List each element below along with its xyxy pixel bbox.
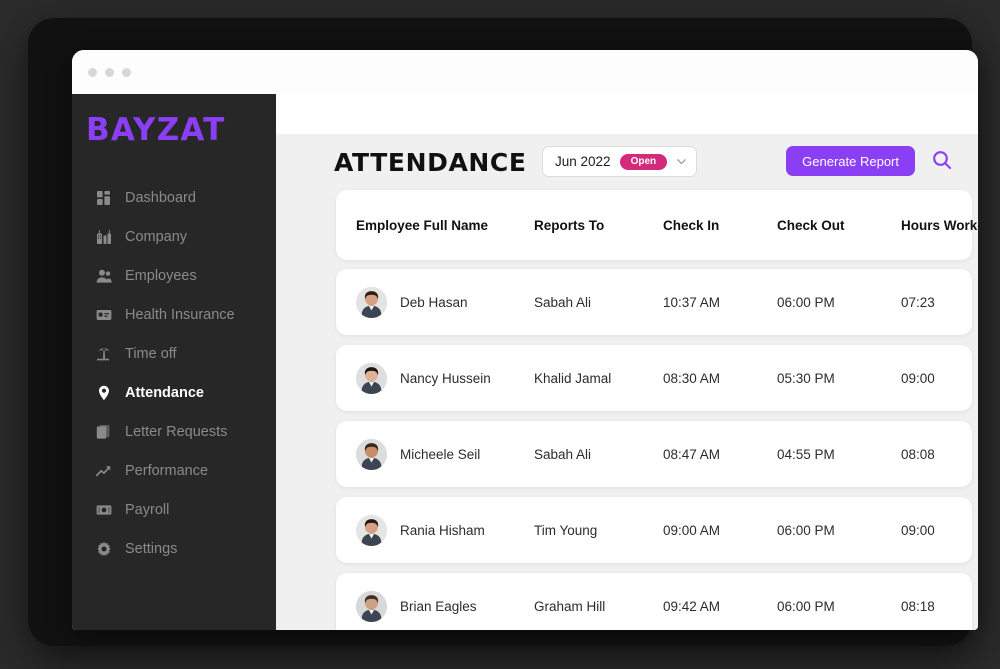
sidebar-item-performance[interactable]: Performance — [72, 451, 276, 490]
sidebar: BAYZAT Dashboard Company Employees Health I… — [72, 94, 276, 630]
close-window-button[interactable] — [88, 68, 97, 77]
cell-check-in: 10:37 AM — [663, 294, 721, 310]
cell-check-out: 06:00 PM — [777, 294, 835, 310]
attendance-table: Employee Full Name Reports To Check In Chec… — [276, 190, 978, 630]
trend-up-icon — [95, 462, 112, 479]
column-header-check-in: Check In — [663, 217, 720, 233]
cell-hours-worked: 09:00 — [901, 370, 935, 386]
table-header-row: Employee Full Name Reports To Check In Chec… — [336, 190, 978, 260]
status-badge: Open — [619, 153, 668, 170]
cell-hours-worked: 07:23 — [901, 294, 935, 310]
cell-reports-to: Tim Young — [534, 522, 598, 538]
column-header-hours-worked: Hours Worked — [901, 217, 978, 233]
column-header-check-out: Check Out — [777, 217, 845, 233]
buildings-icon — [95, 228, 112, 245]
employee-name-label: Micheele Seil — [400, 446, 481, 462]
sidebar-item-label: Performance — [125, 462, 209, 479]
sidebar-item-label: Company — [125, 228, 188, 245]
id-card-icon — [95, 306, 112, 323]
sidebar-item-label: Settings — [125, 540, 178, 557]
page-title: ATTENDANCE — [334, 148, 527, 177]
sidebar-item-settings[interactable]: Settings — [72, 529, 276, 568]
cell-check-in: 08:30 AM — [663, 370, 721, 386]
cell-employee-full-name: Nancy Hussein — [356, 362, 491, 394]
sidebar-item-label: Health Insurance — [125, 306, 235, 323]
sidebar-item-label: Letter Requests — [125, 423, 228, 440]
employee-name-label: Brian Eagles — [400, 598, 477, 614]
sidebar-item-label: Payroll — [125, 501, 170, 518]
sidebar-item-label: Employees — [125, 267, 197, 284]
brand-logo: BAYZAT — [86, 112, 226, 148]
cell-reports-to: Sabah Ali — [534, 446, 592, 462]
cell-reports-to: Graham Hill — [534, 598, 606, 614]
chevron-down-icon — [676, 156, 687, 167]
sidebar-item-time-off[interactable]: Time off — [72, 334, 276, 373]
table-row[interactable]: Brian Eagles Graham Hill 09:42 AM 06:00 PM 0… — [336, 573, 972, 630]
cell-check-out: 06:00 PM — [777, 522, 835, 538]
avatar — [356, 438, 387, 470]
cell-hours-worked: 08:08 — [901, 446, 935, 462]
sidebar-nav-list: Dashboard Company Employees Health Insuranc… — [72, 178, 276, 568]
table-body: Deb Hasan Sabah Ali 10:37 AM 06:00 PM 07:23 N… — [336, 269, 972, 630]
sidebar-item-payroll[interactable]: Payroll — [72, 490, 276, 529]
main-content: ATTENDANCE Jun 2022 Open Generate Report… — [276, 94, 978, 630]
avatar — [356, 362, 387, 394]
sidebar-item-attendance[interactable]: Attendance — [72, 373, 276, 412]
sidebar-item-letter-requests[interactable]: Letter Requests — [72, 412, 276, 451]
table-row[interactable]: Micheele Seil Sabah Ali 08:47 AM 04:55 PM 08… — [336, 421, 972, 487]
avatar — [356, 590, 387, 622]
cell-reports-to: Sabah Ali — [534, 294, 592, 310]
cell-check-in: 09:00 AM — [663, 522, 721, 538]
table-row[interactable]: Rania Hisham Tim Young 09:00 AM 06:00 PM 09:… — [336, 497, 972, 563]
cell-employee-full-name: Rania Hisham — [356, 514, 485, 546]
sidebar-item-label: Dashboard — [125, 189, 196, 206]
browser-window: BAYZAT Dashboard Company Employees Health I… — [72, 50, 978, 630]
avatar — [356, 286, 387, 318]
palm-tree-icon — [95, 345, 112, 362]
dashboard-icon — [95, 189, 112, 206]
generate-report-button[interactable]: Generate Report — [786, 146, 915, 176]
search-icon[interactable] — [926, 144, 958, 176]
cell-check-out: 06:00 PM — [777, 598, 835, 614]
people-icon — [95, 267, 112, 284]
cell-reports-to: Khalid Jamal — [534, 370, 612, 386]
cell-check-in: 08:47 AM — [663, 446, 721, 462]
period-label: Jun 2022 — [555, 154, 611, 169]
cell-hours-worked: 09:00 — [901, 522, 935, 538]
device-frame: BAYZAT Dashboard Company Employees Health I… — [28, 18, 978, 646]
window-title-bar — [72, 50, 978, 94]
sidebar-item-company[interactable]: Company — [72, 217, 276, 256]
minimize-window-button[interactable] — [105, 68, 114, 77]
money-icon — [95, 501, 112, 518]
sidebar-item-employees[interactable]: Employees — [72, 256, 276, 295]
location-pin-icon — [95, 384, 112, 401]
cell-check-in: 09:42 AM — [663, 598, 721, 614]
documents-icon — [95, 423, 112, 440]
maximize-window-button[interactable] — [122, 68, 131, 77]
cell-employee-full-name: Brian Eagles — [356, 590, 477, 622]
sidebar-item-label: Attendance — [125, 384, 204, 401]
avatar — [356, 514, 387, 546]
employee-name-label: Rania Hisham — [400, 522, 485, 538]
period-selector-dropdown[interactable]: Jun 2022 Open — [542, 146, 698, 177]
cell-check-out: 04:55 PM — [777, 446, 835, 462]
employee-name-label: Deb Hasan — [400, 294, 468, 310]
sidebar-item-health-insurance[interactable]: Health Insurance — [72, 295, 276, 334]
table-row[interactable]: Nancy Hussein Khalid Jamal 08:30 AM 05:30 P… — [336, 345, 972, 411]
cell-hours-worked: 08:18 — [901, 598, 935, 614]
sidebar-item-dashboard[interactable]: Dashboard — [72, 178, 276, 217]
cell-check-out: 05:30 PM — [777, 370, 835, 386]
header-bar — [276, 94, 978, 134]
cell-employee-full-name: Micheele Seil — [356, 438, 481, 470]
table-row[interactable]: Deb Hasan Sabah Ali 10:37 AM 06:00 PM 07:23 — [336, 269, 972, 335]
sidebar-item-label: Time off — [125, 345, 177, 362]
gear-icon — [95, 540, 112, 557]
cell-employee-full-name: Deb Hasan — [356, 286, 468, 318]
column-header-employee-full-name: Employee Full Name — [356, 217, 489, 233]
employee-name-label: Nancy Hussein — [400, 370, 491, 386]
traffic-lights — [88, 68, 131, 77]
column-header-reports-to: Reports To — [534, 217, 605, 233]
